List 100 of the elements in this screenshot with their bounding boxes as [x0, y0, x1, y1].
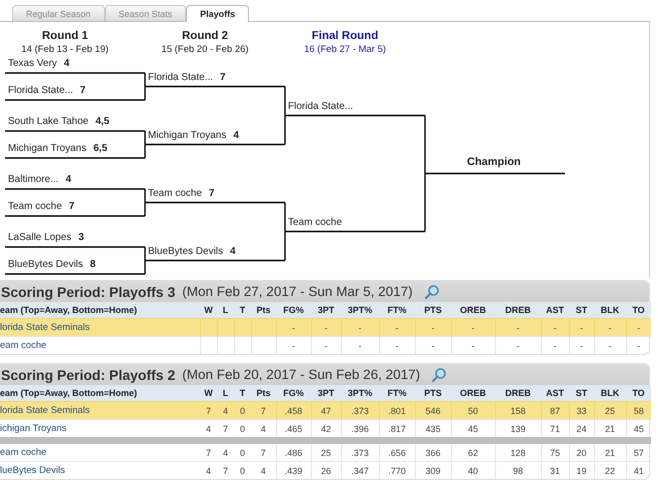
- table-cell: 546: [415, 402, 451, 420]
- column-header: L: [217, 385, 234, 402]
- team-name: Florida State...: [148, 72, 214, 82]
- table-cell: .770: [379, 462, 415, 479]
- team-link[interactable]: ichigan Troyans: [0, 423, 67, 434]
- table-cell: -: [415, 336, 451, 354]
- table-cell: -: [495, 318, 541, 336]
- team-name: BlueBytes Devils: [8, 259, 84, 270]
- period-dates: (Mon Feb 20, 2017 - Sun Feb 26, 2017): [182, 367, 420, 382]
- table-cell: 128: [495, 440, 541, 462]
- score: 4: [233, 130, 239, 140]
- table-cell: 4: [251, 420, 276, 440]
- table-cell: 45: [626, 420, 651, 440]
- column-header: PTS: [415, 302, 451, 318]
- column-header: OREB: [451, 302, 495, 318]
- table-cell: -: [451, 318, 495, 336]
- table-cell: .465: [276, 420, 311, 440]
- team-name: Texas Very: [8, 58, 57, 69]
- table-cell: 57: [626, 440, 651, 462]
- table-cell: 21: [594, 440, 626, 462]
- column-header: BLK: [594, 385, 626, 402]
- round-dates: 15 (Feb 20 - Feb 26): [161, 44, 249, 55]
- table-cell: 47: [311, 402, 341, 420]
- team-name: Team coche: [148, 188, 202, 198]
- table-cell: 0: [234, 420, 251, 440]
- table-cell: .458: [276, 402, 311, 420]
- table-cell: 45: [451, 420, 495, 440]
- table-cell: -: [541, 336, 569, 354]
- team-name: South Lake Tahoe: [8, 116, 88, 127]
- column-header: eam (Top=Away, Bottom=Home): [0, 385, 200, 402]
- table-cell: 21: [594, 420, 626, 440]
- team-name: Michigan Troyans: [148, 130, 226, 140]
- column-header: OREB: [451, 385, 495, 402]
- column-header: FT%: [379, 385, 415, 402]
- score: 4: [64, 58, 70, 69]
- table-cell: 4: [251, 462, 276, 479]
- table-cell: .486: [276, 440, 311, 462]
- score: 6,5: [93, 143, 108, 154]
- table-cell: 0: [234, 462, 251, 479]
- team-link[interactable]: eam coche: [0, 447, 46, 458]
- table-cell: 4: [217, 440, 234, 462]
- table-cell: 7: [217, 420, 234, 440]
- table-cell: 366: [415, 440, 451, 462]
- round-dates: 16 (Feb 27 - Mar 5): [304, 44, 386, 55]
- table-cell: 20: [569, 440, 594, 462]
- table-cell: 7: [251, 402, 276, 420]
- period-title: Scoring Period: Playoffs 3: [1, 284, 176, 300]
- team-link[interactable]: lueBytes Devils: [0, 465, 65, 476]
- table-cell: .396: [341, 420, 379, 440]
- table-cell: -: [415, 318, 451, 336]
- table-cell: 435: [415, 420, 451, 440]
- table-cell: -: [311, 318, 341, 336]
- column-header: L: [217, 302, 234, 318]
- table-cell: 0: [234, 402, 251, 420]
- column-header: FT%: [379, 302, 415, 318]
- period-title: Scoring Period: Playoffs 2: [1, 366, 176, 382]
- table-cell: 40: [451, 462, 495, 479]
- column-header: 3PT: [311, 302, 341, 318]
- table-cell: 62: [451, 440, 495, 462]
- table-cell: -: [341, 318, 379, 336]
- score: 3: [78, 232, 84, 243]
- score: 7: [208, 188, 214, 198]
- table-cell: 0: [234, 440, 251, 462]
- table-cell: -: [569, 336, 594, 354]
- table-cell: -: [341, 336, 379, 354]
- column-header: AST: [541, 302, 569, 318]
- team-name: Baltimore...: [8, 174, 59, 185]
- team-name: Florida State...: [288, 100, 354, 112]
- team-link[interactable]: eam coche: [0, 340, 46, 351]
- period-dates: (Mon Feb 27, 2017 - Sun Mar 5, 2017): [182, 284, 413, 299]
- table-cell: 139: [495, 420, 541, 440]
- table-cell: 71: [541, 420, 569, 440]
- search-icon[interactable]: [431, 366, 448, 382]
- column-header: DREB: [495, 385, 541, 402]
- table-cell: 7: [217, 462, 234, 479]
- table-cell: 4: [200, 420, 217, 440]
- table-cell: -: [569, 318, 594, 336]
- column-header: Pts: [251, 385, 276, 402]
- table-cell: -: [451, 336, 495, 354]
- table-cell: .817: [379, 420, 415, 440]
- table-cell: .373: [341, 402, 379, 420]
- tab[interactable]: Playoffs: [186, 5, 250, 22]
- column-header: FG%: [276, 302, 311, 318]
- table-cell: 7: [251, 440, 276, 462]
- table-cell: -: [276, 336, 311, 354]
- table-cell: 19: [569, 462, 594, 479]
- table-cell: 25: [311, 440, 341, 462]
- search-icon[interactable]: [424, 284, 440, 300]
- column-header: Pts: [251, 302, 276, 318]
- column-header: TO: [626, 385, 651, 402]
- team-name: Michigan Troyans: [8, 143, 86, 154]
- column-header: T: [234, 385, 251, 402]
- table-cell: .373: [341, 440, 379, 462]
- column-header: 3PT%: [341, 385, 379, 402]
- column-header: 3PT%: [341, 302, 379, 318]
- column-header: ST: [569, 385, 594, 402]
- table-cell: -: [379, 336, 415, 354]
- column-header: AST: [541, 385, 569, 402]
- table-cell: -: [541, 318, 569, 336]
- team-name: LaSalle Lopes: [8, 232, 72, 243]
